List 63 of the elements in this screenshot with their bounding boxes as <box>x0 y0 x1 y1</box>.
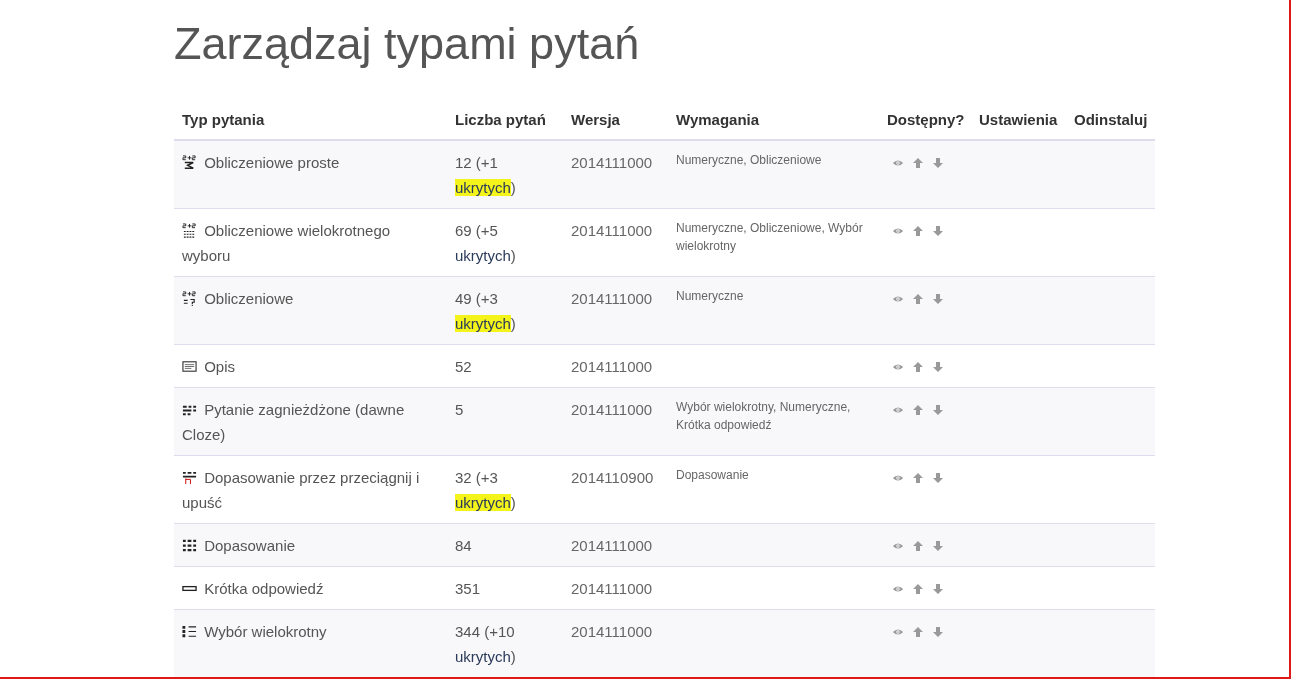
question-count: 351 <box>455 580 481 597</box>
list-icon <box>182 624 197 639</box>
arrow-up-icon[interactable] <box>912 292 924 305</box>
arrow-up-icon[interactable] <box>912 156 924 169</box>
question-count: 12 (+1 ukrytych) <box>455 154 516 196</box>
requirements-text: Numeryczne, Obliczeniowe, Wybór wielokrotny <box>676 220 864 255</box>
question-count: 49 (+3 ukrytych) <box>455 290 516 332</box>
description-icon <box>182 359 197 374</box>
version-number: 2014111000 <box>571 580 653 597</box>
version-number: 2014110900 <box>571 469 654 486</box>
arrow-up-icon[interactable] <box>912 625 924 638</box>
version-number: 2014111000 <box>571 358 653 375</box>
version-number: 2014111000 <box>571 290 653 307</box>
arrow-down-icon[interactable] <box>932 292 944 305</box>
question-type-name: Dopasowanie <box>182 533 439 558</box>
arrow-down-icon[interactable] <box>932 471 944 484</box>
arrow-up-icon[interactable] <box>912 224 924 237</box>
question-type-name: Obliczeniowe <box>182 286 439 311</box>
question-count: 52 <box>455 358 472 375</box>
hidden-questions-link[interactable]: ukrytych <box>455 179 511 196</box>
arrow-up-icon[interactable] <box>912 582 924 595</box>
version-number: 2014111000 <box>571 623 653 640</box>
question-type-name: Obliczeniowe proste <box>182 150 439 175</box>
hidden-questions-link[interactable]: ukrytych <box>455 494 511 511</box>
version-number: 2014111000 <box>571 537 653 554</box>
arrow-down-icon[interactable] <box>932 224 944 237</box>
arrow-down-icon[interactable] <box>932 582 944 595</box>
arrow-down-icon[interactable] <box>932 360 944 373</box>
question-count: 5 <box>455 401 464 418</box>
question-count: 32 (+3 ukrytych) <box>455 469 516 511</box>
arrow-up-icon[interactable] <box>912 360 924 373</box>
hidden-questions-link[interactable]: ukrytych <box>455 648 511 665</box>
hidden-questions-link[interactable]: ukrytych <box>455 247 511 264</box>
question-type-name: Pytanie zagnieżdżone (dawne Cloze) <box>182 400 406 445</box>
question-count: 344 (+10 ukrytych) <box>455 623 516 665</box>
matching-icon <box>182 538 197 553</box>
requirements-text: Numeryczne, Obliczeniowe <box>676 152 823 169</box>
question-type-name: Obliczeniowe wielokrotnego wyboru <box>182 221 392 266</box>
page-title: Zarządzaj typami pytań <box>174 17 641 71</box>
question-type-name: Opis <box>182 354 439 379</box>
question-type-name: Dopasowanie przez przeciągnij i upuść <box>182 468 421 513</box>
requirements-text: Numeryczne <box>676 288 745 305</box>
question-count: 69 (+5 ukrytych) <box>455 222 516 264</box>
arrow-down-icon[interactable] <box>932 403 944 416</box>
formula-icon <box>182 291 197 306</box>
arrow-down-icon[interactable] <box>932 625 944 638</box>
arrow-down-icon[interactable] <box>932 539 944 552</box>
question-type-name: Wybór wielokrotny <box>182 619 439 644</box>
formula-icon <box>182 155 197 170</box>
arrow-up-icon[interactable] <box>912 539 924 552</box>
drag-drop-icon <box>182 470 197 485</box>
version-number: 2014111000 <box>571 222 653 239</box>
requirements-text: Wybór wielokrotny, Numeryczne, Krótka odpowiedź <box>676 399 852 434</box>
hidden-questions-link[interactable]: ukrytych <box>455 315 511 332</box>
formula-icon <box>182 223 197 238</box>
question-count: 84 <box>455 537 472 554</box>
arrow-up-icon[interactable] <box>912 403 924 416</box>
arrow-up-icon[interactable] <box>912 471 924 484</box>
question-type-name: Krótka odpowiedź <box>182 576 439 601</box>
version-number: 2014111000 <box>571 154 653 171</box>
requirements-text: Dopasowanie <box>676 467 750 484</box>
arrow-down-icon[interactable] <box>932 156 944 169</box>
version-number: 2014111000 <box>571 401 653 418</box>
